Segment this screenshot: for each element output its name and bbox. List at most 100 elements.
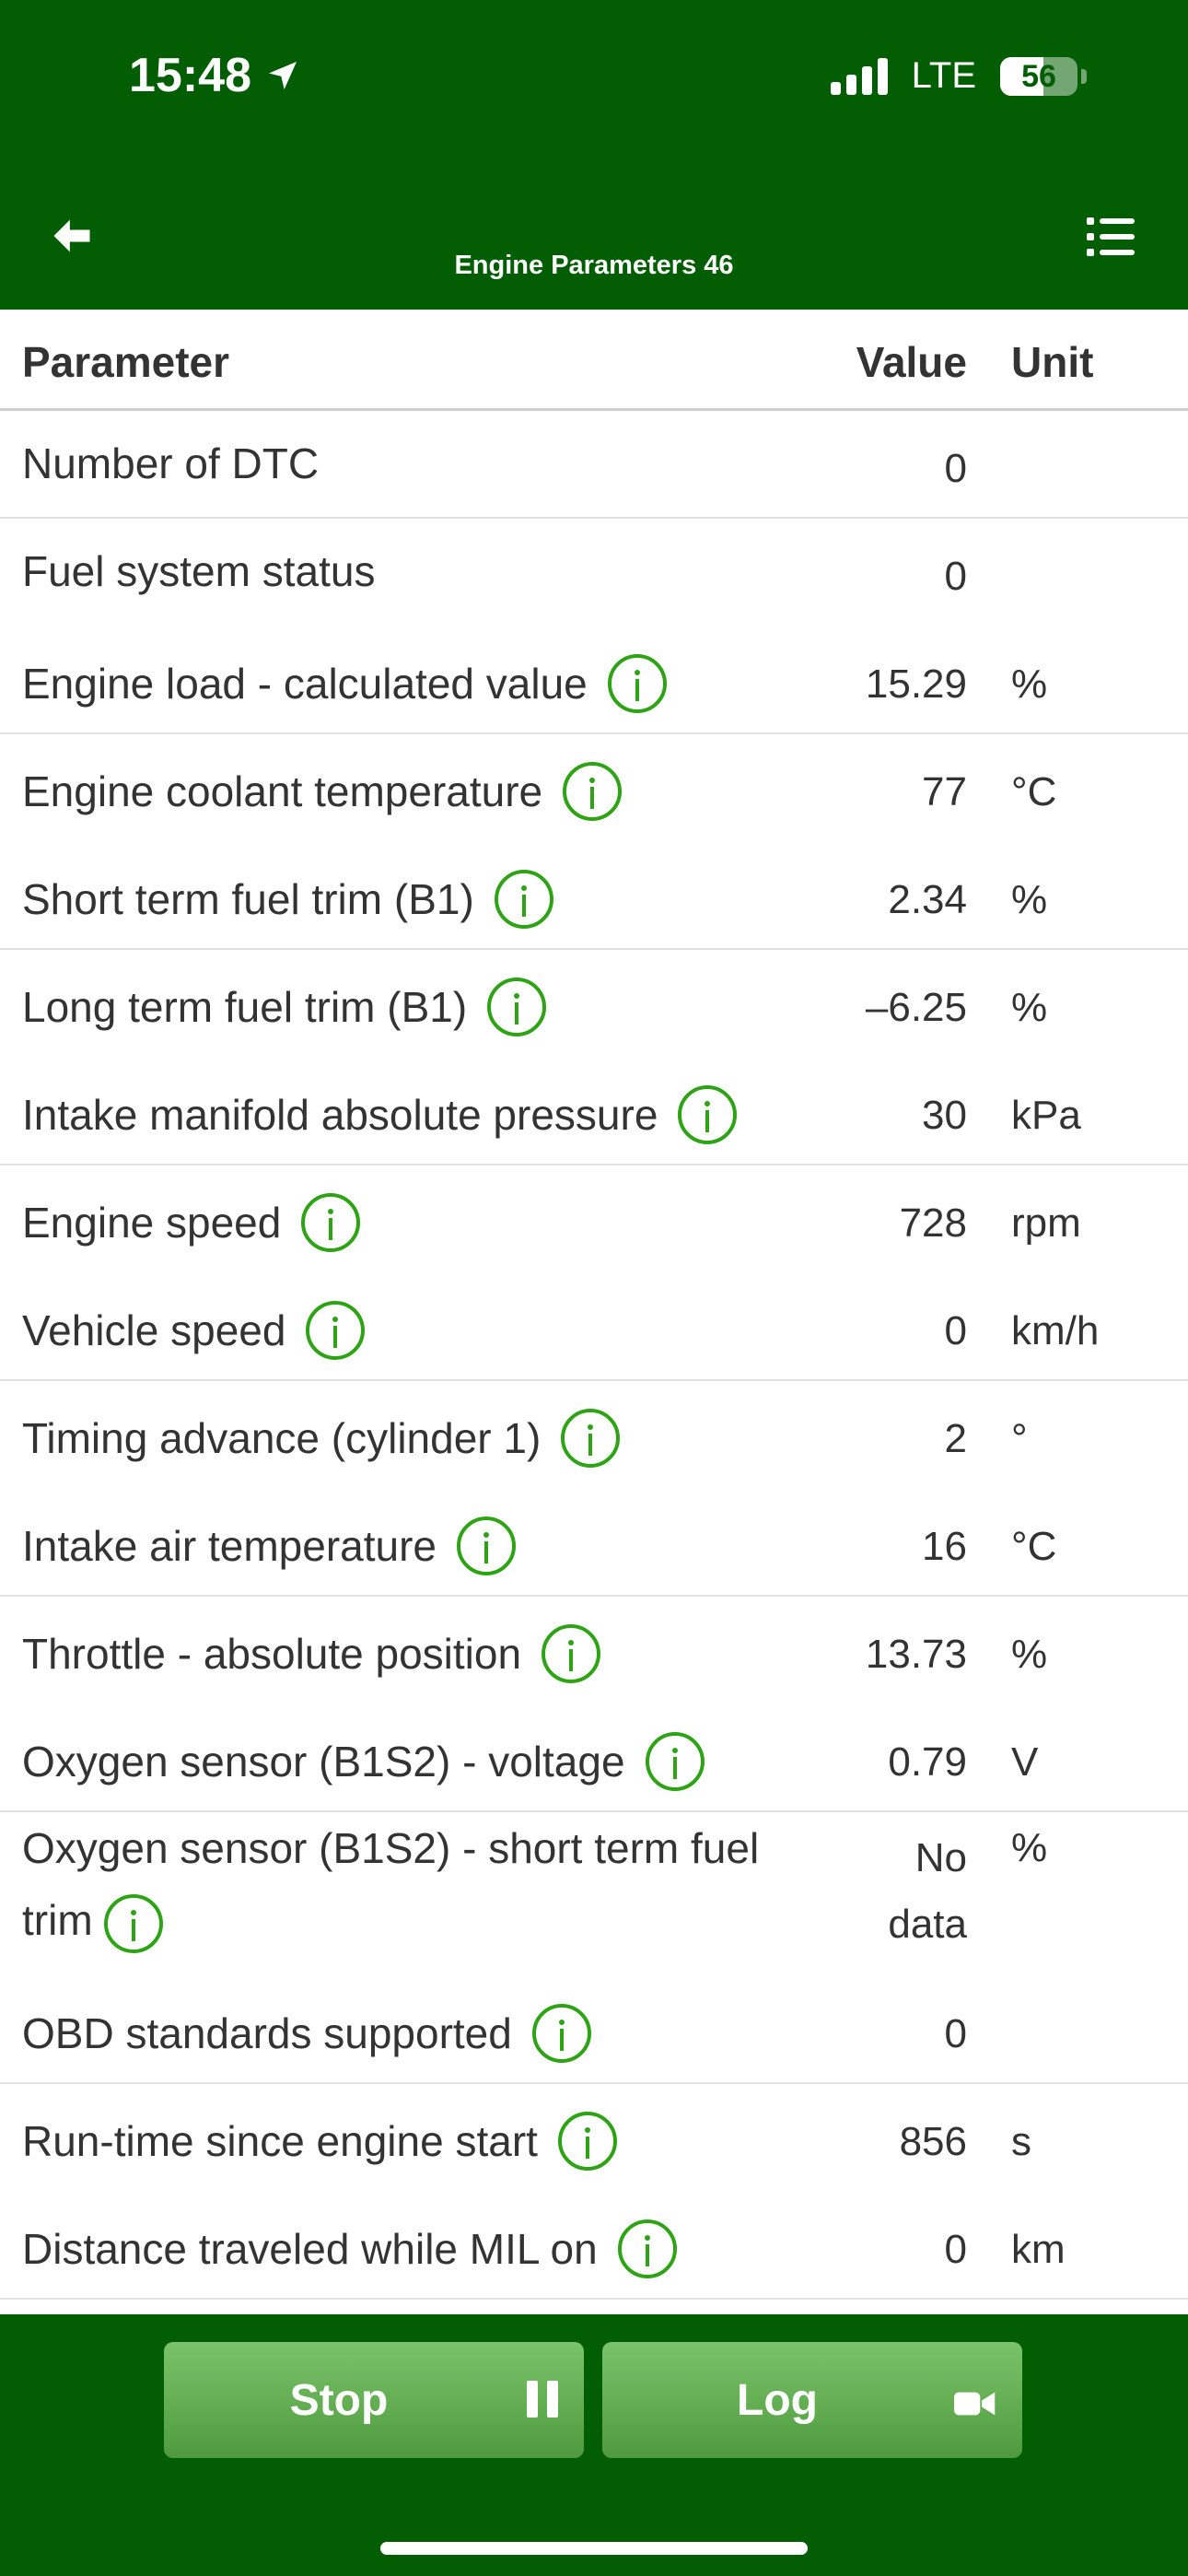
table-row: Throttle - absolute position 13.73% — [0, 1597, 1188, 1704]
table-row: Fuel system status 0 — [0, 519, 1188, 626]
info-icon[interactable] — [557, 2112, 617, 2171]
parameter-cell: Intake manifold absolute pressure — [22, 1085, 805, 1144]
value-cell: 2 — [944, 1416, 967, 1461]
table-row: Oxygen sensor (B1S2) - voltage 0.79 V — [0, 1704, 1188, 1812]
battery-icon: 56 — [1000, 56, 1077, 96]
table-row: Engine load - calculated value 15.29% — [0, 626, 1188, 734]
info-icon[interactable] — [542, 1624, 601, 1683]
value-cell: 856 — [899, 2119, 967, 2164]
parameter-cell: Fuel system status — [22, 546, 805, 596]
value-cell: 0 — [944, 2227, 967, 2272]
parameter-name: Short term fuel trim (B1) — [22, 875, 474, 923]
value-cell: 728 — [899, 1200, 967, 1246]
parameter-name: Run-time since engine start — [22, 2117, 538, 2165]
location-arrow-icon — [269, 62, 297, 89]
table-row: Long term fuel trim (B1) –6.25% — [0, 950, 1188, 1058]
parameter-cell: Run-time since engine start — [22, 2112, 805, 2171]
parameter-name: Number of DTC — [22, 439, 320, 487]
parameter-name: Intake air temperature — [22, 1522, 437, 1570]
parameter-name: Oxygen sensor (B1S2) - voltage — [22, 1738, 625, 1786]
unit-cell: % — [1011, 985, 1048, 1030]
value-cell: 0.79 — [888, 1739, 967, 1785]
bottom-toolbar: Stop Log — [0, 2314, 1188, 2576]
table-row: Distance traveled while MIL on 0 km — [0, 2192, 1188, 2300]
info-icon[interactable] — [531, 2004, 591, 2063]
value-cell: 0 — [944, 554, 967, 599]
table-row: Timing advance (cylinder 1) 2 ° — [0, 1381, 1188, 1489]
info-icon[interactable] — [645, 1732, 705, 1791]
parameter-cell: Engine coolant temperature — [22, 762, 805, 821]
parameter-cell: Long term fuel trim (B1) — [22, 978, 805, 1036]
column-header-parameter: Parameter — [22, 338, 230, 386]
table-row: Intake air temperature 16 °C — [0, 1489, 1188, 1597]
unit-cell: km/h — [1011, 1308, 1100, 1353]
home-indicator — [380, 2542, 808, 2555]
info-icon[interactable] — [607, 654, 667, 713]
info-icon[interactable] — [457, 1516, 517, 1575]
table-header-row: Parameter Value Unit — [0, 310, 1188, 411]
value-cell: No data — [888, 1835, 967, 1947]
parameter-cell: Short term fuel trim (B1) — [22, 870, 805, 929]
unit-cell: % — [1011, 662, 1048, 707]
status-time: 15:48 — [129, 48, 301, 103]
value-cell: 13.73 — [865, 1632, 967, 1677]
cellular-signal-icon — [830, 57, 888, 95]
menu-button[interactable] — [1087, 216, 1135, 258]
value-cell: 77 — [922, 769, 967, 814]
info-icon[interactable] — [678, 1085, 738, 1144]
parameter-name: Engine load - calculated value — [22, 660, 588, 708]
info-icon[interactable] — [301, 1193, 361, 1252]
app-header: 15:48 LTE 56 Engine Parameters 46 — [0, 0, 1188, 310]
parameter-name: Distance traveled while MIL on — [22, 2225, 598, 2273]
unit-cell: % — [1011, 1825, 1048, 1870]
unit-cell: km — [1011, 2227, 1066, 2272]
parameter-cell: Number of DTC — [22, 439, 805, 488]
info-icon[interactable] — [306, 1301, 366, 1360]
parameter-name: Engine coolant temperature — [22, 767, 543, 815]
info-icon[interactable] — [563, 762, 623, 821]
network-type: LTE — [911, 55, 976, 96]
page-title: Engine Parameters 46 — [454, 251, 734, 280]
unit-cell: V — [1011, 1739, 1039, 1785]
status-indicators: LTE 56 — [830, 55, 1087, 97]
value-cell: 0 — [944, 1308, 967, 1353]
info-icon[interactable] — [561, 1409, 621, 1468]
value-cell: –6.25 — [865, 985, 967, 1030]
stop-button[interactable]: Stop — [164, 2342, 584, 2458]
info-icon[interactable] — [487, 978, 547, 1036]
parameter-cell: Distance traveled while MIL on — [22, 2219, 805, 2278]
log-button[interactable]: Log — [602, 2342, 1022, 2458]
unit-cell: % — [1011, 877, 1048, 922]
value-cell: 0 — [944, 2011, 967, 2056]
table-row: Short term fuel trim (B1) 2.34% — [0, 842, 1188, 950]
parameter-name: Long term fuel trim (B1) — [22, 983, 468, 1031]
column-header-value: Value — [856, 338, 967, 386]
table-row: Engine coolant temperature 77 °C — [0, 734, 1188, 842]
parameter-name: Engine speed — [22, 1199, 282, 1247]
parameter-name: Intake manifold absolute pressure — [22, 1091, 658, 1139]
video-camera-icon — [954, 2381, 996, 2431]
table-row: Number of DTC 0 — [0, 411, 1188, 519]
value-cell: 30 — [922, 1093, 967, 1138]
info-icon[interactable] — [104, 1893, 164, 1953]
battery-percent: 56 — [1021, 58, 1056, 94]
unit-cell: °C — [1011, 769, 1057, 814]
parameter-cell: Intake air temperature — [22, 1516, 805, 1575]
value-cell: 15.29 — [865, 662, 967, 707]
unit-cell: rpm — [1011, 1200, 1081, 1246]
unit-cell: ° — [1011, 1416, 1028, 1461]
table-row: Run-time since engine start 856 s — [0, 2084, 1188, 2192]
parameter-name: Fuel system status — [22, 547, 376, 595]
unit-cell: kPa — [1011, 1093, 1081, 1138]
parameter-cell: Throttle - absolute position — [22, 1624, 805, 1683]
parameter-cell: Engine speed — [22, 1193, 805, 1252]
info-icon[interactable] — [617, 2219, 677, 2278]
parameter-name: Timing advance (cylinder 1) — [22, 1414, 542, 1462]
value-cell: 0 — [944, 446, 967, 491]
parameter-cell: Oxygen sensor (B1S2) - voltage — [22, 1732, 805, 1791]
info-icon[interactable] — [494, 870, 553, 929]
parameters-table: Parameter Value Unit Number of DTC 0 Fuel … — [0, 310, 1188, 2314]
list-icon — [1087, 217, 1135, 256]
table-row: Engine speed 728 rpm — [0, 1165, 1188, 1273]
unit-cell: % — [1011, 1632, 1048, 1677]
